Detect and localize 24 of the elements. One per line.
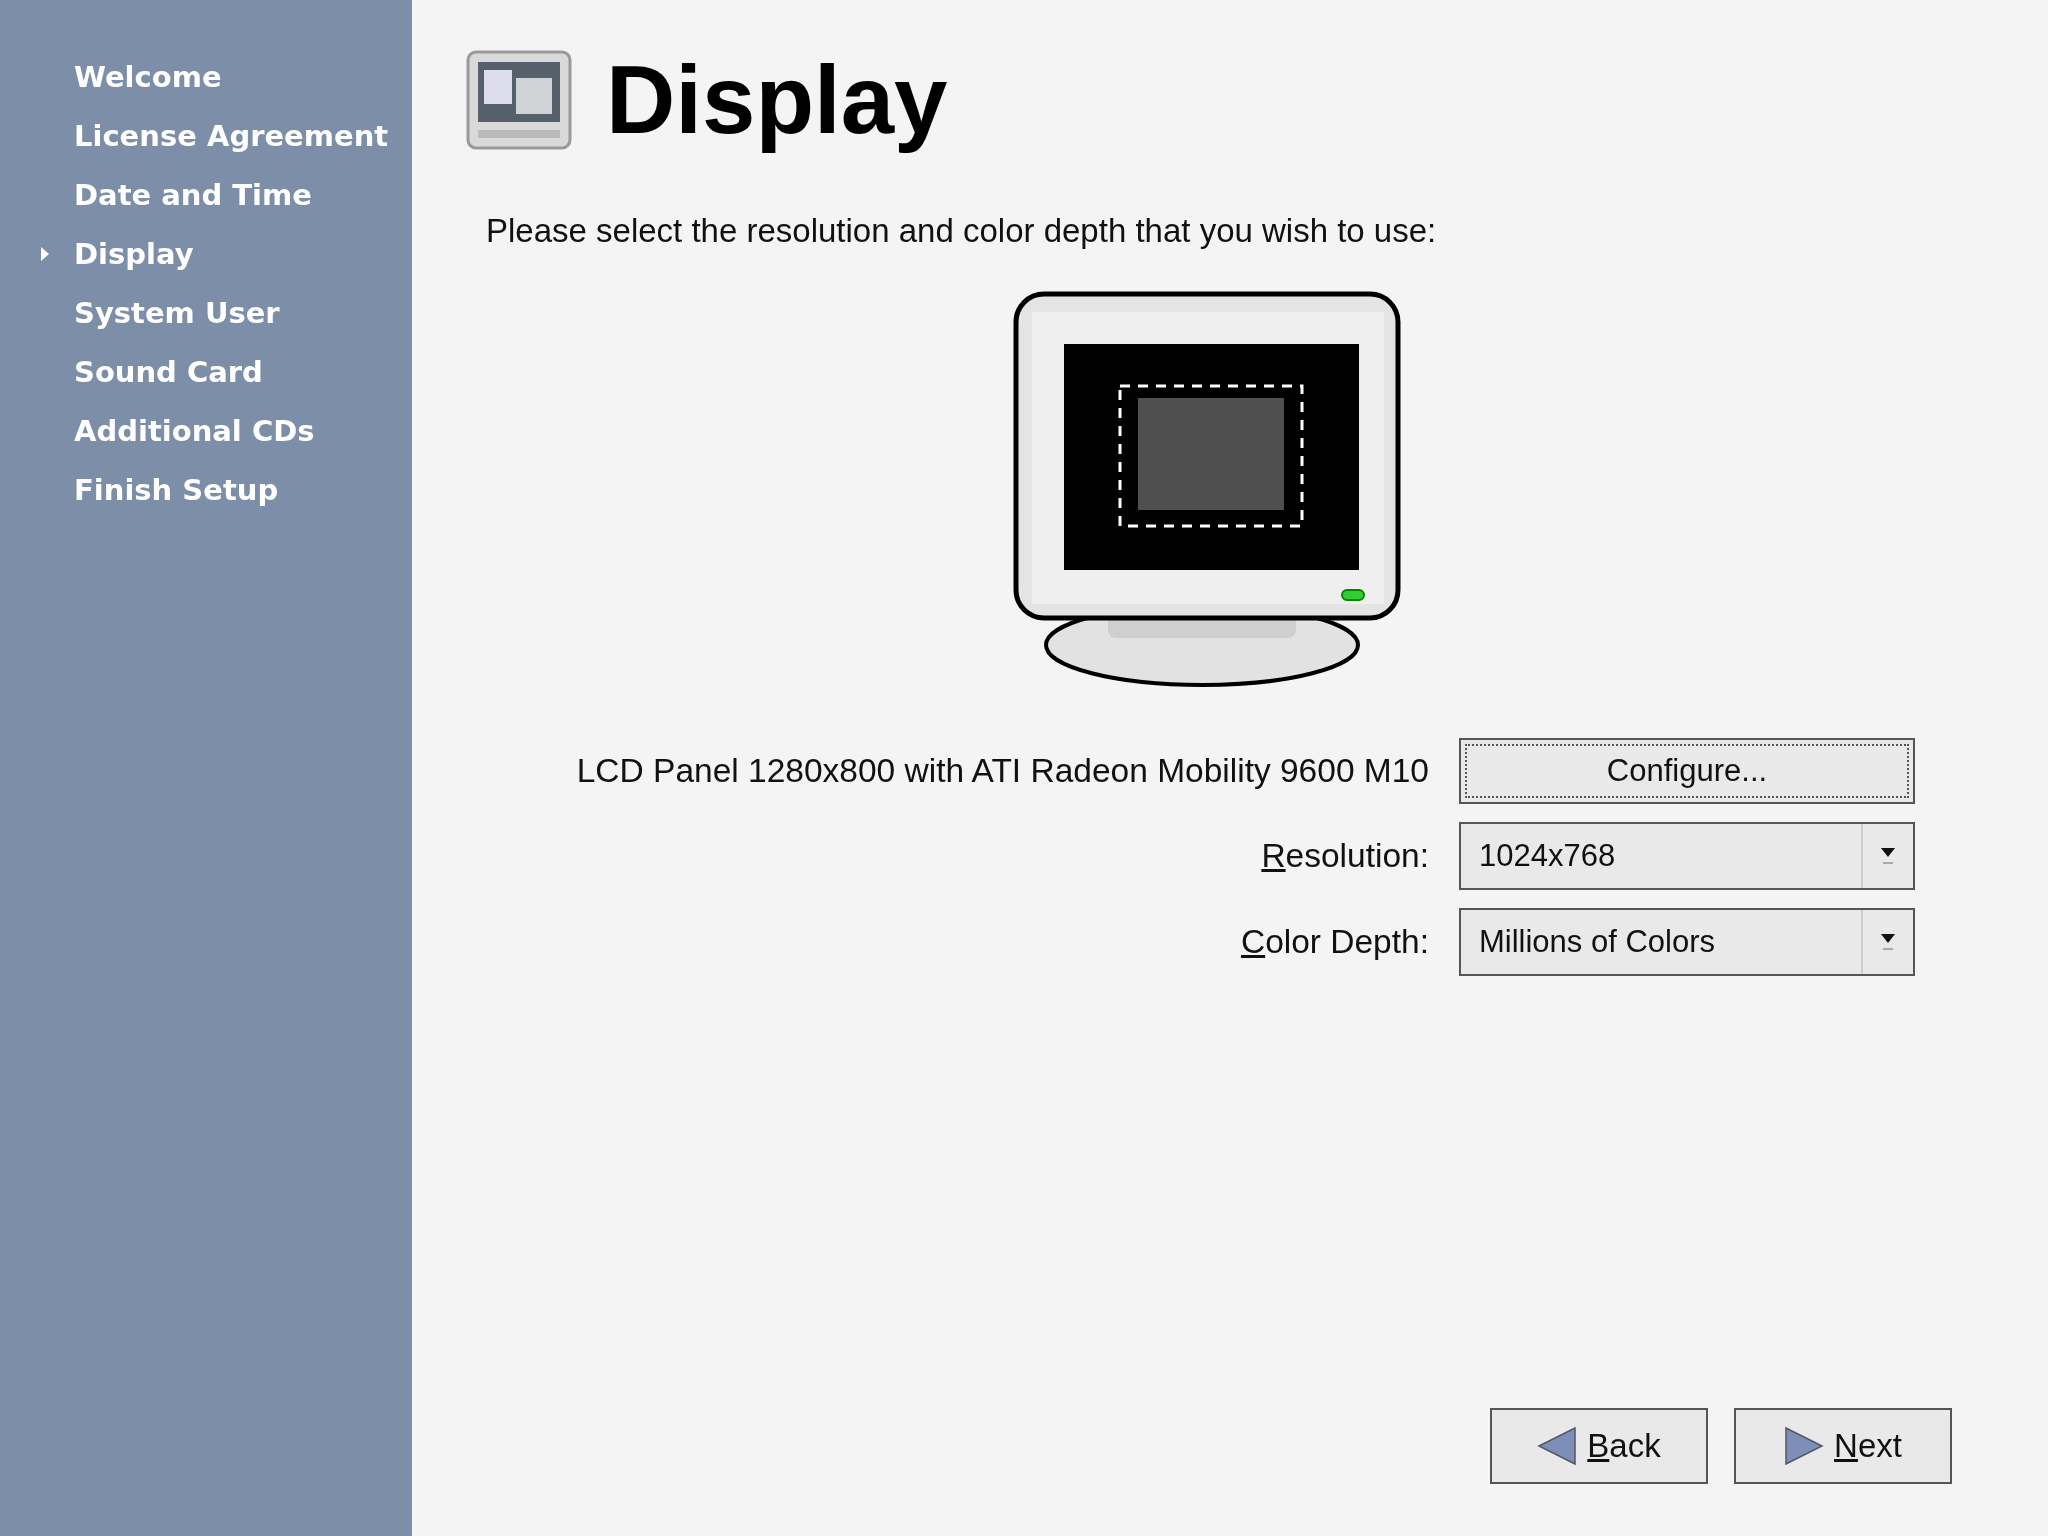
instruction-text: Please select the resolution and color depth that you wish to use: [486,212,1438,250]
dropdown[interactable]: Millions of Colors [1459,908,1915,976]
arrow-icon [40,245,50,262]
sidebar-item[interactable]: Finish Setup [74,472,279,507]
sidebar-item[interactable]: License Agreement [74,118,389,153]
configure-button[interactable]: Configure... [1459,738,1915,804]
sidebar-item[interactable]: Display [74,236,194,271]
dropdown-arrow-icon [1880,845,1896,867]
page-title: Display [606,45,948,155]
next-button[interactable]: Next [1734,1408,1952,1484]
field-label: Color Depth: [1240,923,1429,961]
device-label: LCD Panel 1280x800 with ATI Radeon Mobility 9600 M10 [576,752,1429,790]
sidebar-item[interactable]: Welcome [74,59,222,94]
dropdown[interactable]: 1024x768 [1459,822,1915,890]
sidebar-item[interactable]: Date and Time [74,177,312,212]
sidebar-item[interactable]: System User [74,295,280,330]
dropdown-arrow-icon [1880,931,1896,953]
field-label: Resolution: [1261,837,1429,875]
right-triangle-icon [1784,1426,1825,1466]
back-button[interactable]: Back [1490,1408,1708,1484]
sidebar-item[interactable]: Additional CDs [74,413,315,448]
left-triangle-icon [1537,1426,1578,1466]
monitor-icon [466,50,572,150]
sidebar-item[interactable]: Sound Card [74,354,263,389]
